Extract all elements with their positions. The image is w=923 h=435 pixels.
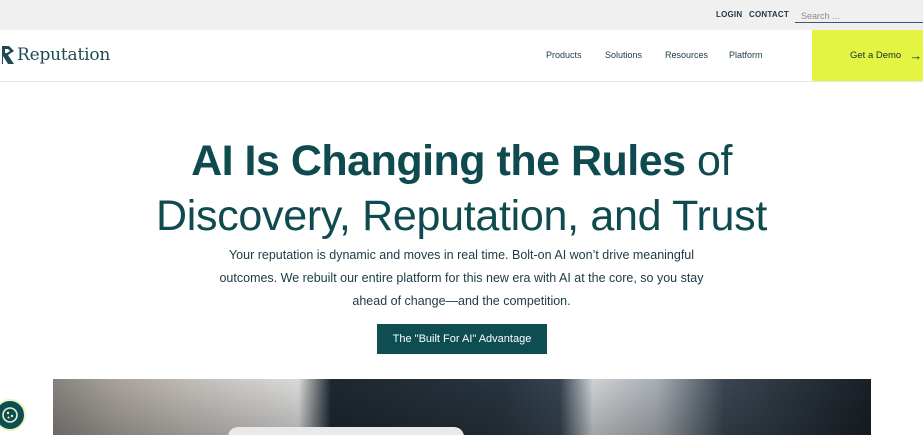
reputation-logo-icon (2, 46, 14, 64)
hero-image-panel (228, 427, 464, 435)
built-for-ai-button[interactable]: The "Built For AI" Advantage (377, 324, 547, 354)
hero-title-line2: Discovery, Reputation, and Trust (155, 192, 767, 240)
nav-solutions[interactable]: Solutions (605, 50, 642, 60)
hero-image (53, 379, 871, 435)
brand-name: Reputation (17, 45, 111, 65)
nav-platform[interactable]: Platform (729, 50, 763, 60)
contact-link[interactable]: CONTACT (749, 10, 789, 19)
search-input[interactable] (795, 8, 921, 24)
hero-title-light: of (697, 137, 732, 185)
cookie-icon (2, 407, 18, 423)
search-box (795, 6, 923, 24)
hero-subtitle: Your reputation is dynamic and moves in … (190, 244, 733, 313)
hero-title-bold: AI Is Changing the Rules (191, 137, 686, 185)
arrow-right-icon: → (909, 48, 923, 63)
main-nav: Reputation Products Solutions Resources … (0, 30, 923, 82)
brand-logo[interactable]: Reputation (2, 44, 110, 66)
hero-subtitle-line2: outcomes. We rebuilt our entire platform… (219, 271, 704, 285)
hero-subtitle-line1: Your reputation is dynamic and moves in … (228, 248, 695, 262)
login-link[interactable]: LOGIN (716, 10, 742, 19)
cookie-settings-button[interactable] (0, 399, 26, 431)
nav-products[interactable]: Products (546, 50, 582, 60)
get-demo-button[interactable]: Get a Demo → (812, 30, 923, 81)
get-demo-label: Get a Demo (850, 50, 902, 61)
hero-image-shade (53, 379, 871, 435)
hero-subtitle-line3: ahead of change—and the competition. (352, 294, 571, 308)
utility-bar: LOGIN CONTACT (0, 0, 923, 30)
nav-resources[interactable]: Resources (665, 50, 708, 60)
hero-title-line1: AI Is Changing the Rules of (0, 138, 923, 184)
